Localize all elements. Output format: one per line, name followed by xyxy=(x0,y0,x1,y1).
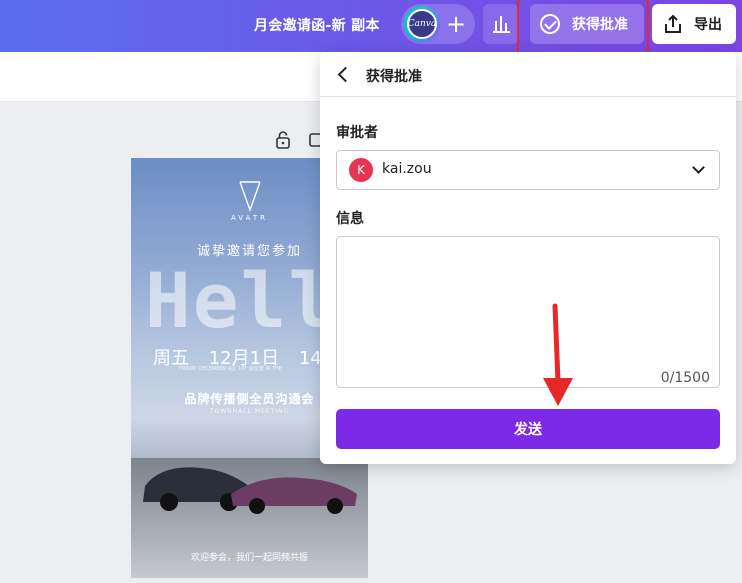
panel-title: 获得批准 xyxy=(366,69,422,85)
document-title[interactable]: 月会邀请函-新 副本 xyxy=(254,15,380,35)
back-chevron-icon[interactable] xyxy=(334,64,354,84)
canva-logo-icon: Canva xyxy=(407,9,437,39)
bar-chart-icon xyxy=(493,16,510,33)
approval-panel: 获得批准 审批者 K kai.zou 信息 0/1500 发送 xyxy=(320,52,736,464)
export-button[interactable]: 导出 xyxy=(652,4,736,44)
chevron-down-icon xyxy=(692,161,705,174)
dates-subtitle: FRIDAY DECEMBER A区 10F 会议室 IN THE xyxy=(179,366,283,372)
welcome-text: 欢迎参会，我们一起同频共振 xyxy=(190,553,308,563)
send-button[interactable]: 发送 xyxy=(336,409,720,449)
approver-name: kai.zou xyxy=(382,161,432,177)
character-counter: 0/1500 xyxy=(660,370,710,386)
annotation-highlight-box xyxy=(517,0,649,57)
message-label: 信息 xyxy=(336,211,364,227)
message-input[interactable] xyxy=(336,236,720,388)
share-upload-icon xyxy=(665,14,681,33)
canva-logo-text: Canva xyxy=(407,19,437,29)
lock-icon[interactable] xyxy=(274,130,292,150)
insights-button[interactable] xyxy=(483,4,519,44)
avatr-logo-icon xyxy=(239,181,261,212)
approver-select[interactable]: K kai.zou xyxy=(336,150,720,190)
date-time: 14 xyxy=(298,348,322,369)
approver-label: 审批者 xyxy=(336,125,378,141)
panel-header: 获得批准 xyxy=(320,52,736,97)
export-label: 导出 xyxy=(694,17,722,33)
canva-avatar[interactable]: Canva xyxy=(404,6,440,42)
annotation-arrow-icon xyxy=(543,303,573,406)
add-collaborator-button[interactable]: + xyxy=(443,10,469,38)
approver-avatar: K xyxy=(349,158,373,182)
